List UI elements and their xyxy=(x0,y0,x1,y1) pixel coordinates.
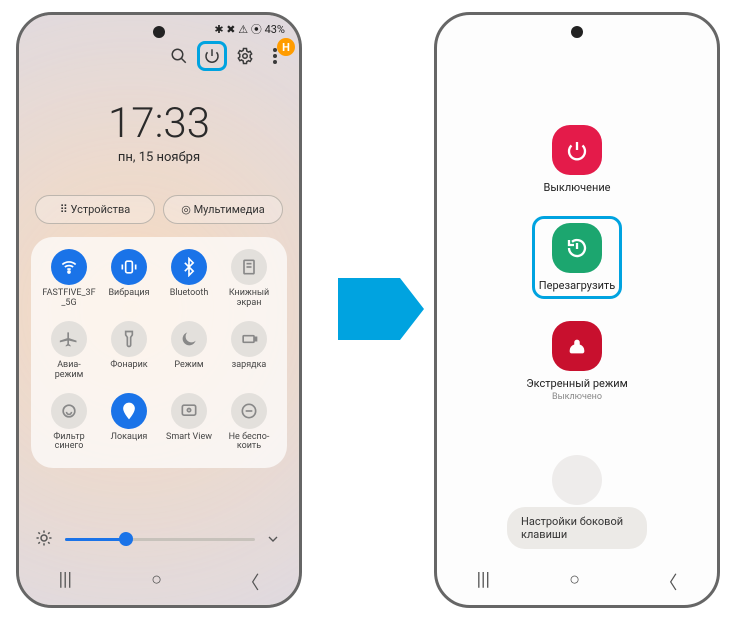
clock-time: 17:33 xyxy=(19,99,299,148)
qs-tile-torch[interactable]: Фонарик xyxy=(99,321,159,381)
location-icon xyxy=(111,393,147,429)
qs-tile-location[interactable]: Локация xyxy=(99,393,159,453)
vibrate-icon xyxy=(111,249,147,285)
brightness-slider[interactable] xyxy=(35,529,283,549)
qs-tile-label: Smart View xyxy=(166,433,212,443)
status-indicators: ✱ ✖ ⚠ ⦿ 43% xyxy=(214,21,285,37)
qs-tile-battery[interactable]: зарядка xyxy=(219,321,279,381)
phone-quick-settings: ✱ ✖ ⚠ ⦿ 43% H 17:33 пн, 15 ноября ⠿ Устр… xyxy=(16,12,302,608)
chevron-down-icon[interactable] xyxy=(265,531,283,547)
more-icon[interactable]: H xyxy=(263,44,287,68)
qs-tile-eye[interactable]: Фильтр синего xyxy=(39,393,99,453)
qs-tile-wifi[interactable]: FASTFIVE_3F _5G xyxy=(39,249,99,309)
qs-tile-cast[interactable]: Smart View xyxy=(159,393,219,453)
brightness-track[interactable] xyxy=(65,538,255,541)
power-icon[interactable] xyxy=(197,41,227,71)
qs-tile-book[interactable]: Книжный экран xyxy=(219,249,279,309)
nav-bar: ||| ○ 〈 xyxy=(437,569,717,595)
clock-date: пн, 15 ноября xyxy=(19,150,299,165)
qs-tile-label: Фильтр синего xyxy=(53,433,84,453)
bluetooth-icon xyxy=(171,249,207,285)
qs-tile-label: Книжный экран xyxy=(229,289,269,309)
power-off-icon xyxy=(552,125,602,175)
battery-icon xyxy=(231,321,267,357)
restart-button[interactable]: Перезагрузить xyxy=(539,223,615,292)
cast-icon xyxy=(171,393,207,429)
power-off-button[interactable]: Выключение xyxy=(543,125,610,194)
quick-tiles-grid: FASTFIVE_3F _5G Вибрация Bluetooth Книжный … xyxy=(31,237,287,468)
qs-tile-label: Режим xyxy=(174,361,203,371)
qs-tile-dnd[interactable]: Не беспо- коить xyxy=(219,393,279,453)
nav-back[interactable]: 〈 xyxy=(659,569,677,595)
qs-tile-moon[interactable]: Режим xyxy=(159,321,219,381)
emergency-button[interactable]: Экстренный режим Выключено xyxy=(526,321,628,402)
eye-icon xyxy=(51,393,87,429)
nav-home[interactable]: ○ xyxy=(569,569,580,595)
notification-badge: H xyxy=(277,38,295,56)
devices-chip[interactable]: ⠿ Устройства xyxy=(35,195,155,224)
device-media-chips: ⠿ Устройства ◎ Мультимедиа xyxy=(35,195,283,224)
plane-icon xyxy=(51,321,87,357)
qs-tile-vibrate[interactable]: Вибрация xyxy=(99,249,159,309)
dnd-icon xyxy=(231,393,267,429)
nav-back[interactable]: 〈 xyxy=(241,569,259,595)
search-icon[interactable] xyxy=(167,44,191,68)
side-key-settings[interactable]: Настройки боковой клавиши xyxy=(507,507,647,549)
qs-tile-label: Локация xyxy=(111,433,148,443)
brightness-icon xyxy=(35,529,55,549)
qs-tile-label: Bluetooth xyxy=(170,289,209,299)
bixby-circle[interactable] xyxy=(552,455,602,505)
qs-tile-label: Фонарик xyxy=(110,361,147,371)
qs-tile-label: FASTFIVE_3F _5G xyxy=(42,289,95,309)
nav-home[interactable]: ○ xyxy=(151,569,162,595)
qs-tile-label: зарядка xyxy=(232,361,267,371)
media-chip[interactable]: ◎ Мультимедиа xyxy=(163,195,283,224)
nav-recents[interactable]: ||| xyxy=(477,569,490,595)
restart-label: Перезагрузить xyxy=(539,279,615,292)
nav-bar: ||| ○ 〈 xyxy=(19,569,299,595)
power-off-label: Выключение xyxy=(543,181,610,194)
restart-highlight: Перезагрузить xyxy=(532,216,622,299)
qs-tile-label: Не беспо- коить xyxy=(229,433,270,453)
qs-tile-plane[interactable]: Авиа- режим xyxy=(39,321,99,381)
status-bar: ✱ ✖ ⚠ ⦿ 43% xyxy=(214,21,285,37)
moon-icon xyxy=(171,321,207,357)
book-icon xyxy=(231,249,267,285)
panel-toolbar: H xyxy=(167,41,287,71)
wifi-icon xyxy=(51,249,87,285)
qs-tile-label: Вибрация xyxy=(108,289,149,299)
restart-icon xyxy=(552,223,602,273)
emergency-sublabel: Выключено xyxy=(552,392,602,402)
torch-icon xyxy=(111,321,147,357)
qs-tile-bluetooth[interactable]: Bluetooth xyxy=(159,249,219,309)
nav-recents[interactable]: ||| xyxy=(59,569,72,595)
brightness-thumb[interactable] xyxy=(119,532,133,546)
front-camera xyxy=(153,26,165,38)
step-arrow xyxy=(338,278,400,340)
emergency-icon xyxy=(552,321,602,371)
phone-power-menu: Выключение Перезагрузить Экстренный режи… xyxy=(434,12,720,608)
qs-tile-label: Авиа- режим xyxy=(55,361,84,381)
power-options: Выключение Перезагрузить Экстренный режи… xyxy=(437,125,717,402)
clock-block: 17:33 пн, 15 ноября xyxy=(19,99,299,165)
emergency-label: Экстренный режим xyxy=(526,377,628,390)
gear-icon[interactable] xyxy=(233,44,257,68)
front-camera xyxy=(571,26,583,38)
